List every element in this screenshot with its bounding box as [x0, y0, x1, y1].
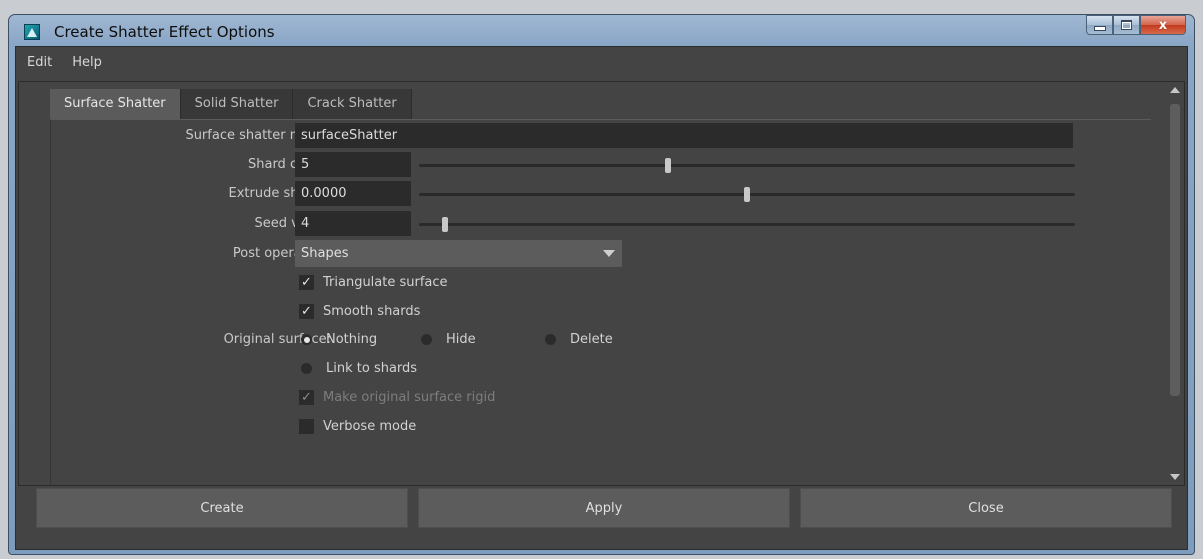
- shard-count-input[interactable]: 5: [295, 152, 411, 177]
- post-operation-label: Post operation:: [232, 246, 331, 261]
- tab-content: Surface shatter name: surfaceShatter Sha…: [50, 119, 1151, 485]
- maximize-icon: [1121, 20, 1132, 30]
- radio-delete[interactable]: Delete: [545, 332, 613, 347]
- dialog-client: Edit Help Surface Shatter Solid Shatter …: [15, 46, 1188, 550]
- radio-unselected-icon: [301, 363, 312, 374]
- seed-value-slider-thumb[interactable]: [442, 217, 449, 232]
- minimize-button[interactable]: [1086, 15, 1113, 35]
- radio-delete-label: Delete: [570, 332, 613, 347]
- smooth-shards-checkbox[interactable]: ✓ Smooth shards: [299, 304, 420, 319]
- menu-edit[interactable]: Edit: [18, 55, 61, 70]
- minimize-icon: [1093, 25, 1106, 31]
- checkbox-checked-icon: ✓: [299, 304, 314, 319]
- seed-value-slider-track[interactable]: [419, 223, 1075, 226]
- radio-link-to-shards[interactable]: Link to shards: [301, 361, 417, 376]
- action-buttons: Create Apply Close: [36, 488, 1172, 528]
- verbose-mode-checkbox[interactable]: Verbose mode: [299, 419, 416, 434]
- radio-hide-label: Hide: [446, 332, 476, 347]
- seed-value-label: Seed value:: [254, 216, 331, 231]
- close-window-button[interactable]: x: [1140, 15, 1186, 35]
- tab-surface-shatter[interactable]: Surface Shatter: [50, 89, 181, 119]
- apply-button[interactable]: Apply: [418, 488, 790, 528]
- seed-value-input[interactable]: 4: [295, 211, 411, 236]
- menu-help[interactable]: Help: [63, 55, 111, 70]
- chevron-down-icon: [595, 240, 622, 267]
- verbose-mode-label: Verbose mode: [323, 419, 417, 434]
- radio-unselected-icon: [545, 334, 556, 345]
- window-title: Create Shatter Effect Options: [54, 23, 275, 41]
- scroll-down-arrow-icon[interactable]: [1168, 469, 1182, 485]
- vertical-scrollbar[interactable]: [1168, 82, 1182, 485]
- radio-nothing[interactable]: Nothing: [301, 332, 377, 347]
- post-operation-value: Shapes: [301, 246, 349, 261]
- checkbox-unchecked-icon: [299, 419, 314, 434]
- shard-count-slider-thumb[interactable]: [665, 158, 672, 173]
- window-controls: x: [1086, 15, 1186, 35]
- radio-selected-icon: [301, 334, 312, 345]
- triangulate-surface-checkbox[interactable]: ✓ Triangulate surface: [299, 275, 448, 290]
- extrude-shards-input[interactable]: 0.0000: [295, 181, 411, 206]
- checkbox-checked-icon: ✓: [299, 275, 314, 290]
- scrollbar-thumb[interactable]: [1170, 104, 1180, 396]
- radio-hide[interactable]: Hide: [421, 332, 476, 347]
- checkbox-checked-icon: ✓: [299, 390, 314, 405]
- options-panel: Surface Shatter Solid Shatter Crack Shat…: [18, 81, 1185, 486]
- dialog-window: Create Shatter Effect Options x Edit Hel…: [8, 14, 1195, 555]
- radio-link-to-shards-label: Link to shards: [326, 361, 418, 376]
- radio-unselected-icon: [421, 334, 432, 345]
- maximize-button[interactable]: [1113, 15, 1140, 35]
- create-button[interactable]: Create: [36, 488, 408, 528]
- close-button[interactable]: Close: [800, 488, 1172, 528]
- menu-bar: Edit Help: [16, 47, 1187, 77]
- maya-app-icon: [24, 24, 40, 40]
- make-rigid-checkbox: ✓ Make original surface rigid: [299, 390, 495, 405]
- make-rigid-label: Make original surface rigid: [323, 390, 496, 405]
- original-surface-label: Original surface:: [223, 332, 331, 347]
- extrude-shards-label: Extrude shards:: [228, 186, 331, 201]
- tab-solid-shatter[interactable]: Solid Shatter: [180, 89, 294, 119]
- shatter-name-label: Surface shatter name:: [185, 128, 331, 143]
- shard-count-slider-track[interactable]: [419, 164, 1075, 167]
- shard-count-label: Shard count:: [247, 157, 331, 172]
- tab-crack-shatter[interactable]: Crack Shatter: [293, 89, 412, 119]
- smooth-shards-label: Smooth shards: [323, 304, 421, 319]
- radio-nothing-label: Nothing: [326, 332, 378, 347]
- close-icon: x: [1158, 17, 1168, 33]
- title-bar[interactable]: Create Shatter Effect Options x: [9, 15, 1194, 47]
- triangulate-surface-label: Triangulate surface: [323, 275, 448, 290]
- shatter-name-input[interactable]: surfaceShatter: [295, 123, 1073, 148]
- scroll-up-arrow-icon[interactable]: [1168, 82, 1182, 98]
- extrude-shards-slider-thumb[interactable]: [744, 187, 750, 202]
- tab-bar: Surface Shatter Solid Shatter Crack Shat…: [50, 89, 412, 119]
- post-operation-dropdown[interactable]: Shapes: [295, 240, 622, 267]
